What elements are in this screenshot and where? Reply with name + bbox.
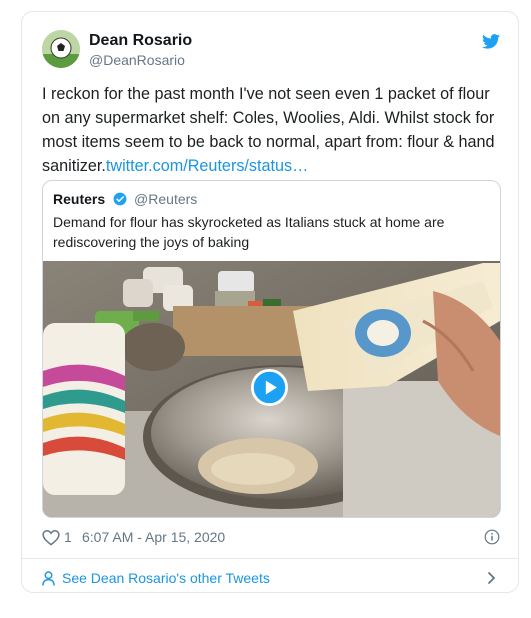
quoted-tweet-header: Reuters @Reuters — [53, 190, 197, 208]
avatar[interactable] — [42, 30, 80, 68]
person-icon — [42, 571, 55, 586]
see-other-tweets-link[interactable]: See Dean Rosario's other Tweets — [42, 568, 500, 588]
see-other-tweets-label[interactable]: See Dean Rosario's other Tweets — [62, 570, 270, 586]
divider — [22, 558, 518, 559]
quoted-author-handle: @Reuters — [134, 190, 198, 207]
tweet-card: Dean Rosario @DeanRosario I reckon for t… — [21, 11, 519, 593]
like-count[interactable]: 1 — [64, 529, 72, 545]
info-icon[interactable] — [484, 529, 500, 545]
quoted-tweet[interactable]: Reuters @Reuters Demand for flour has sk… — [42, 180, 501, 518]
author-name[interactable]: Dean Rosario — [89, 32, 192, 50]
author-handle[interactable]: @DeanRosario — [89, 52, 185, 68]
video-thumbnail[interactable] — [43, 261, 500, 517]
heart-icon[interactable] — [42, 529, 60, 546]
tweet-timestamp[interactable]: 6:07 AM - Apr 15, 2020 — [82, 529, 225, 545]
quoted-author-name: Reuters — [53, 190, 106, 207]
tweet-link[interactable]: twitter.com/Reuters/status… — [106, 157, 308, 175]
twitter-logo-icon[interactable] — [482, 34, 500, 49]
verified-badge-icon — [113, 192, 127, 206]
tweet-meta: 1 6:07 AM - Apr 15, 2020 — [42, 528, 500, 548]
quoted-tweet-text: Demand for flour has skyrocketed as Ital… — [53, 214, 445, 250]
play-button-icon[interactable] — [251, 369, 288, 406]
tweet-body: I reckon for the past month I've not see… — [42, 82, 506, 178]
tweet-header: Dean Rosario @DeanRosario — [42, 30, 500, 72]
chevron-right-icon[interactable] — [487, 571, 496, 585]
